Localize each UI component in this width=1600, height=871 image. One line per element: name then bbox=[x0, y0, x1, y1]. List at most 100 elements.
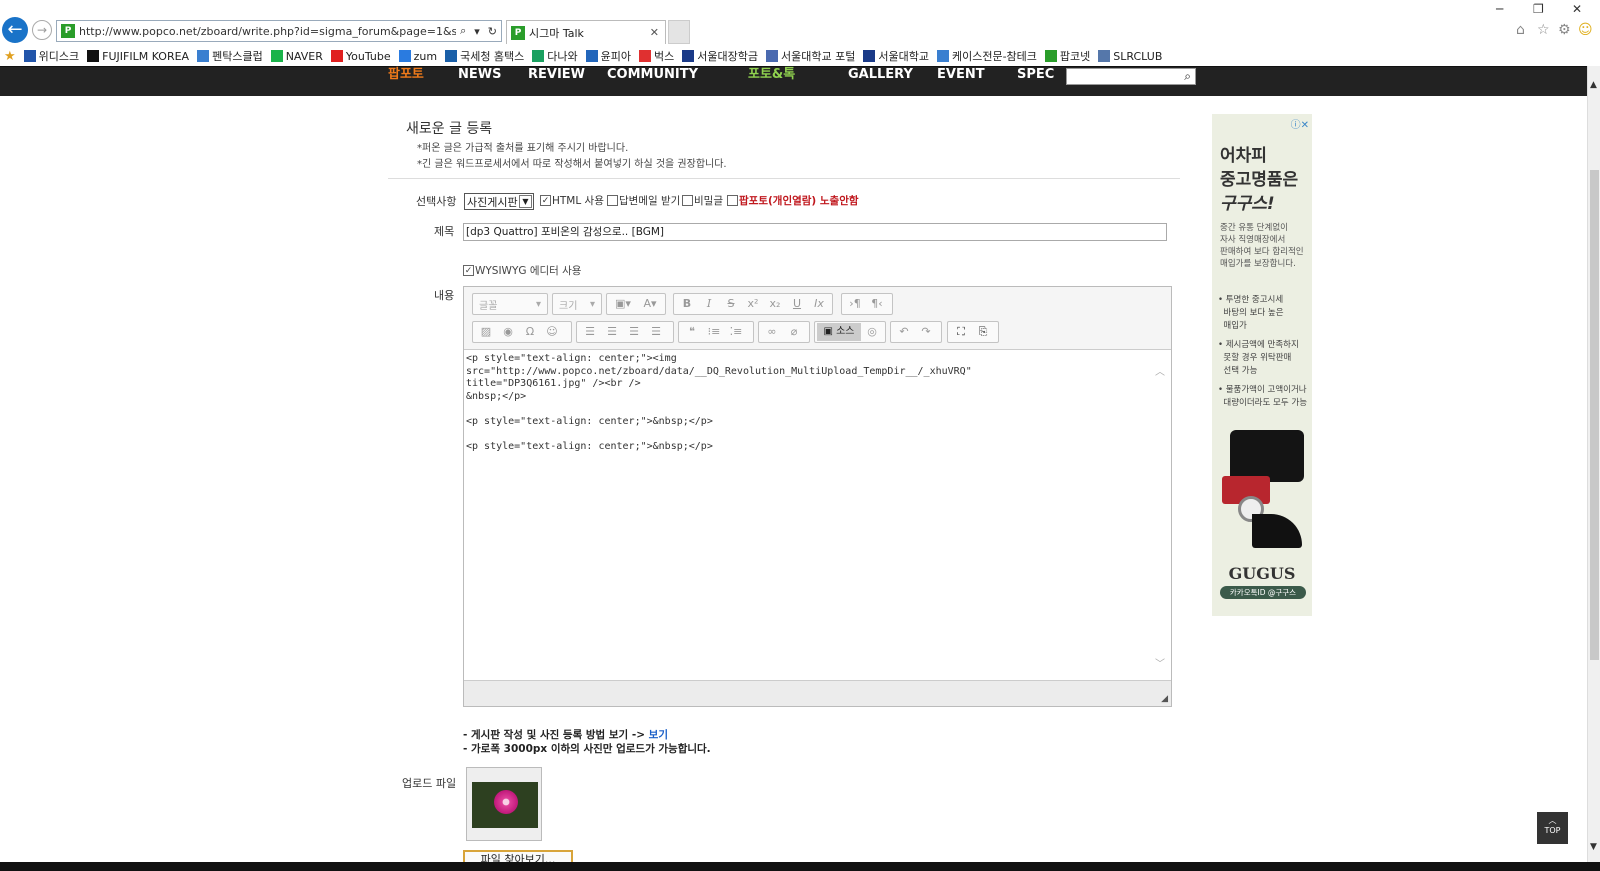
scroll-to-top-button[interactable]: ︿ TOP bbox=[1537, 812, 1568, 844]
nav-item[interactable]: NEWS bbox=[458, 67, 501, 83]
bullet-list-icon[interactable]: ⁚≡ bbox=[725, 323, 747, 341]
favorite-item[interactable]: zum bbox=[398, 50, 437, 63]
search-icon[interactable]: ⌕ bbox=[1184, 69, 1191, 84]
nav-item[interactable]: 포토&톡 bbox=[748, 67, 795, 83]
wysiwyg-option[interactable]: ✓ WYSIWYG 에디터 사용 bbox=[463, 263, 581, 278]
minimize-icon[interactable]: ─ bbox=[1496, 2, 1503, 16]
new-tab-button[interactable] bbox=[668, 20, 690, 44]
rtl-icon[interactable]: ¶‹ bbox=[866, 295, 888, 313]
option-reply-mail[interactable]: 답변메일 받기 bbox=[607, 193, 680, 208]
favorite-item[interactable]: 펜탁스클럽 bbox=[197, 48, 263, 64]
undo-icon[interactable]: ↶ bbox=[893, 323, 915, 341]
italic-icon[interactable]: I bbox=[698, 295, 720, 313]
page-scrollbar[interactable]: ▲ ▼ bbox=[1587, 66, 1600, 862]
nav-item[interactable]: COMMUNITY bbox=[607, 67, 698, 83]
address-bar[interactable]: P http://www.popco.net/zboard/write.php?… bbox=[56, 20, 502, 42]
gugus-advertisement[interactable]: ⓘ✕ 어차피 중고명품은 구구스! 중간 유통 단계없이 자사 직영매장에서 판… bbox=[1212, 114, 1312, 616]
unlink-icon[interactable]: ⌀ bbox=[783, 323, 805, 341]
star-icon[interactable]: ☆ bbox=[1537, 22, 1550, 38]
source-code-area[interactable]: <p style="text-align: center;"><img src=… bbox=[464, 350, 1171, 680]
strikethrough-icon[interactable]: S bbox=[720, 295, 742, 313]
preview-icon[interactable]: ⎘ bbox=[972, 323, 994, 341]
favorite-item[interactable]: YouTube bbox=[330, 50, 391, 63]
favorite-item[interactable]: 서울대장학금 bbox=[682, 48, 758, 64]
scroll-up-icon[interactable]: ▲ bbox=[1590, 80, 1597, 90]
resize-handle-icon[interactable]: ◢ bbox=[1161, 694, 1168, 704]
favorite-item[interactable]: FUJIFILM KOREA bbox=[87, 50, 189, 63]
ordered-list-icon[interactable]: ⁝≡ bbox=[703, 323, 725, 341]
font-select[interactable]: 글꼴 ▾ bbox=[472, 293, 548, 315]
dropdown-icon[interactable]: ▾ bbox=[474, 25, 480, 38]
link-icon[interactable]: ∞ bbox=[761, 323, 783, 341]
reply-mail-checkbox[interactable] bbox=[607, 195, 618, 206]
favorite-item[interactable]: 벅스 bbox=[639, 48, 674, 64]
chevron-down-icon[interactable]: ﹀ bbox=[1155, 655, 1165, 670]
restore-icon[interactable]: ❐ bbox=[1533, 2, 1544, 16]
bg-color-icon[interactable]: ▣▾ bbox=[609, 295, 637, 313]
subject-input[interactable]: [dp3 Quattro] 포비온의 감성으로.. [BGM] bbox=[463, 223, 1167, 241]
option-popphoto[interactable]: 팝포토(개인열람) 노출안함 bbox=[727, 193, 859, 208]
remove-format-icon[interactable]: Ix bbox=[808, 295, 830, 313]
option-html[interactable]: ✓ HTML 사용 bbox=[540, 193, 604, 208]
refresh-icon[interactable]: ↻ bbox=[488, 25, 497, 38]
favorites-star-icon[interactable]: ★ bbox=[4, 49, 16, 64]
smiley-icon[interactable]: ☺ bbox=[1578, 22, 1593, 38]
upload-thumbnail[interactable] bbox=[466, 767, 542, 841]
chevron-up-icon[interactable]: ︿ bbox=[1155, 363, 1165, 378]
ad-info-icon[interactable]: ⓘ✕ bbox=[1291, 116, 1309, 131]
source-button[interactable]: ▣ 소스 bbox=[817, 323, 861, 341]
subscript-icon[interactable]: x₂ bbox=[764, 295, 786, 313]
home-icon[interactable]: ⌂ bbox=[1516, 22, 1525, 38]
image-icon[interactable]: ▨ bbox=[475, 323, 497, 341]
favorite-item[interactable]: 국세청 홈택스 bbox=[445, 48, 524, 64]
browser-tab[interactable]: P 시그마 Talk ✕ bbox=[506, 20, 666, 44]
favorite-item[interactable]: 윤피아 bbox=[585, 48, 631, 64]
flash-icon[interactable]: ◉ bbox=[497, 323, 519, 341]
view-guide-link[interactable]: 보기 bbox=[649, 729, 668, 741]
bold-icon[interactable]: B bbox=[676, 295, 698, 313]
favorite-item[interactable]: 케이스전문-참테크 bbox=[936, 48, 1037, 64]
ltr-icon[interactable]: ›¶ bbox=[844, 295, 866, 313]
html-checkbox[interactable]: ✓ bbox=[540, 195, 551, 206]
favorite-item[interactable]: 서울대학교 bbox=[863, 48, 929, 64]
popphoto-checkbox[interactable] bbox=[727, 195, 738, 206]
underline-icon[interactable]: U bbox=[786, 295, 808, 313]
smiley-icon[interactable]: ☺ bbox=[541, 323, 563, 341]
nav-item[interactable]: REVIEW bbox=[528, 67, 585, 83]
secret-checkbox[interactable] bbox=[682, 195, 693, 206]
nav-item[interactable]: EVENT bbox=[937, 67, 985, 83]
nav-item[interactable]: GALLERY bbox=[848, 67, 913, 83]
align-left-icon[interactable]: ☰ bbox=[579, 323, 601, 341]
chevron-down-icon[interactable]: ▼ bbox=[519, 195, 532, 208]
forward-arrow-icon[interactable]: → bbox=[32, 20, 52, 40]
favorite-item[interactable]: 팝코넷 bbox=[1044, 48, 1090, 64]
nav-item[interactable]: 팝포토 bbox=[388, 67, 424, 83]
align-right-icon[interactable]: ☰ bbox=[623, 323, 645, 341]
window-close-icon[interactable]: ✕ bbox=[1572, 2, 1582, 16]
board-select[interactable]: 사진게시판 ▼ bbox=[464, 193, 534, 210]
address-url[interactable]: http://www.popco.net/zboard/write.php?id… bbox=[79, 25, 456, 38]
align-justify-icon[interactable]: ☰ bbox=[645, 323, 667, 341]
close-tab-icon[interactable]: ✕ bbox=[650, 26, 659, 39]
favorite-item[interactable]: 다나와 bbox=[532, 48, 578, 64]
option-secret[interactable]: 비밀글 bbox=[682, 193, 723, 208]
blockquote-icon[interactable]: ❝ bbox=[681, 323, 703, 341]
preview-globe-icon[interactable]: ◎ bbox=[861, 323, 883, 341]
text-color-icon[interactable]: A▾ bbox=[637, 295, 663, 313]
wysiwyg-checkbox[interactable]: ✓ bbox=[463, 265, 474, 276]
size-select[interactable]: 크기 ▾ bbox=[552, 293, 602, 315]
scroll-down-icon[interactable]: ▼ bbox=[1590, 842, 1597, 852]
align-center-icon[interactable]: ☰ bbox=[601, 323, 623, 341]
search-icon[interactable]: ⌕ bbox=[460, 24, 466, 38]
favorite-item[interactable]: SLRCLUB bbox=[1098, 50, 1162, 63]
back-arrow-icon[interactable]: ← bbox=[2, 17, 28, 43]
scroll-thumb[interactable] bbox=[1590, 170, 1599, 660]
nav-search-input[interactable]: ⌕ bbox=[1066, 68, 1196, 85]
maximize-icon[interactable]: ⛶ bbox=[950, 323, 972, 341]
favorite-item[interactable]: 서울대학교 포털 bbox=[766, 48, 855, 64]
favorite-item[interactable]: NAVER bbox=[270, 50, 323, 63]
nav-item[interactable]: SPEC bbox=[1017, 67, 1054, 83]
favorite-item[interactable]: 위디스크 bbox=[23, 48, 79, 64]
redo-icon[interactable]: ↷ bbox=[915, 323, 937, 341]
gear-icon[interactable]: ⚙ bbox=[1558, 22, 1571, 38]
